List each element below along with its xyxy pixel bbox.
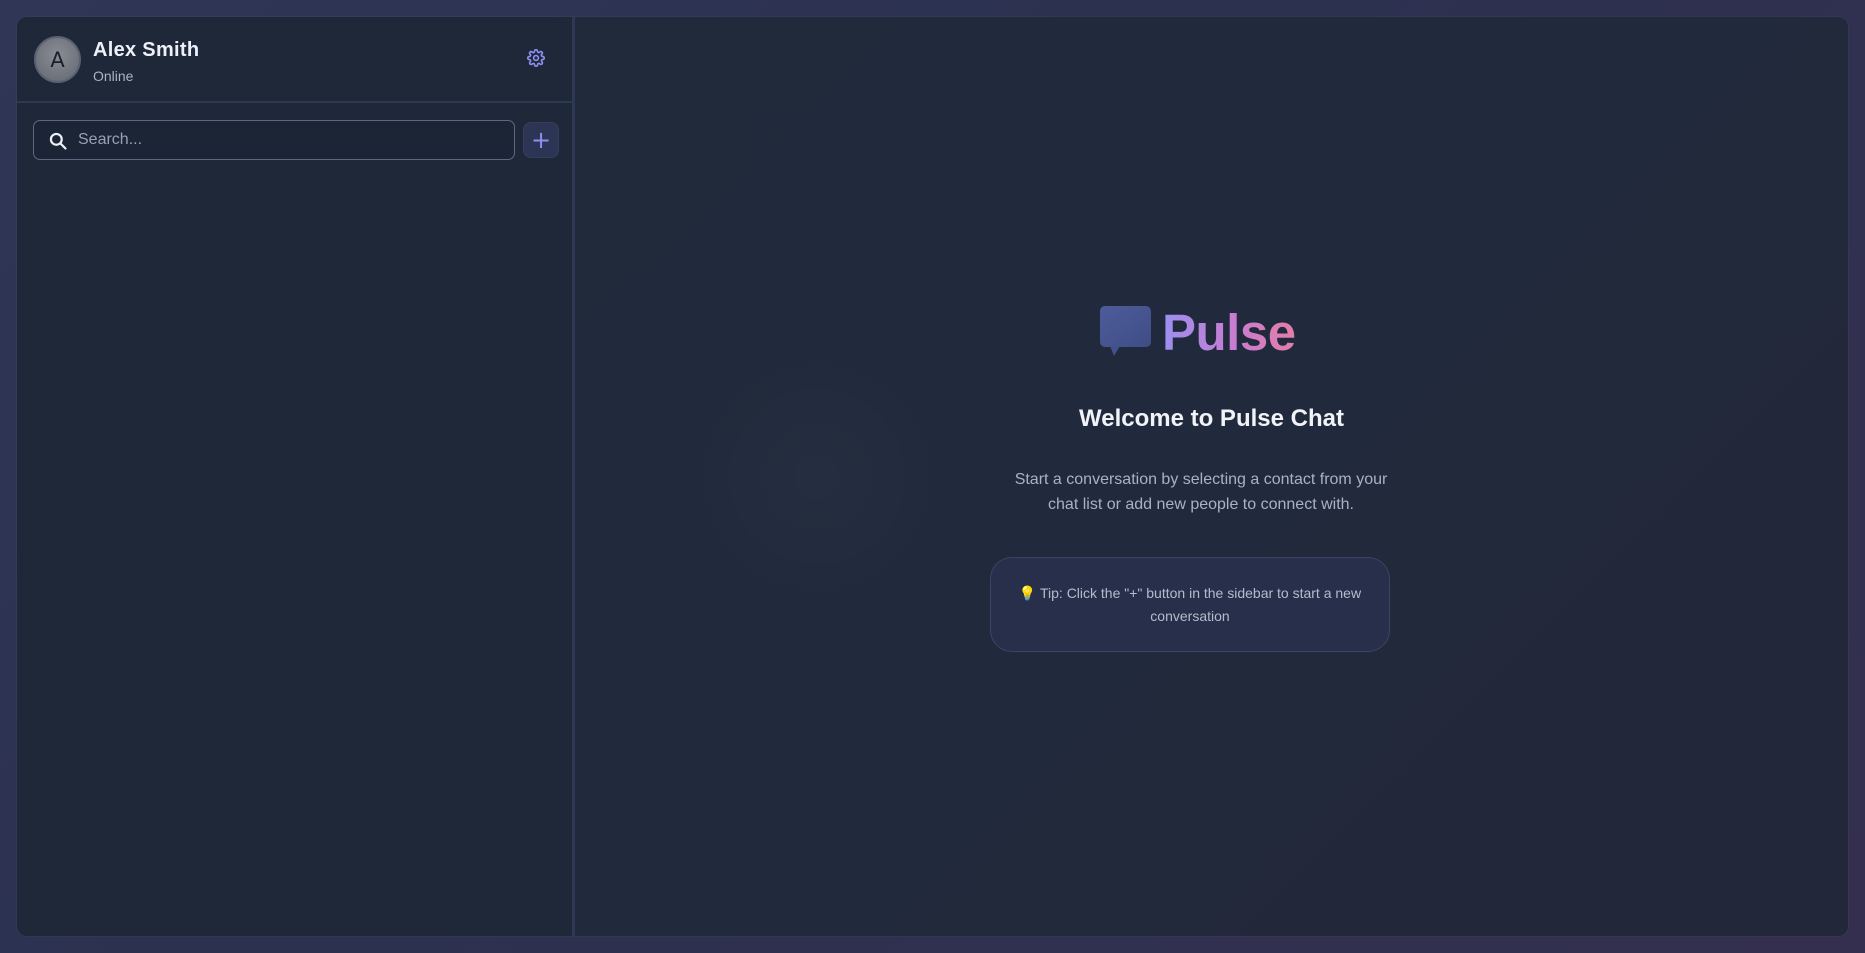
chat-app: A Alex Smith Online Search... + Pulse We… <box>17 17 1848 936</box>
plus-icon: + <box>530 126 552 154</box>
welcome-title: Welcome to Pulse Chat <box>1079 405 1344 432</box>
search-row: + <box>33 120 560 160</box>
sidebar-header: A Alex Smith Online <box>17 17 572 103</box>
logo-text: Pulse <box>1162 304 1296 361</box>
settings-button[interactable] <box>526 48 546 72</box>
avatar-initial: A <box>50 47 65 72</box>
welcome-description: Start a conversation by selecting a cont… <box>1014 471 1388 513</box>
tip-box: 💡 Tip: Click the "+" button in the sideb… <box>990 557 1390 652</box>
search-input[interactable] <box>78 121 508 159</box>
user-status: Online <box>93 68 134 84</box>
tip-text: 💡 Tip: Click the "+" button in the sideb… <box>1018 584 1362 624</box>
pulse-logo: Pulse <box>1099 304 1319 367</box>
user-name: Alex Smith <box>93 39 200 61</box>
main-panel: Pulse Welcome to Pulse Chat Start a conv… <box>575 17 1848 936</box>
search-icon <box>48 131 68 151</box>
chat-bubble-icon <box>1099 305 1153 357</box>
avatar[interactable]: A <box>34 36 81 83</box>
add-conversation-button[interactable]: + <box>523 122 559 158</box>
sidebar: A Alex Smith Online Search... + <box>17 17 575 936</box>
search-box[interactable] <box>33 120 515 160</box>
gear-icon <box>526 48 546 72</box>
